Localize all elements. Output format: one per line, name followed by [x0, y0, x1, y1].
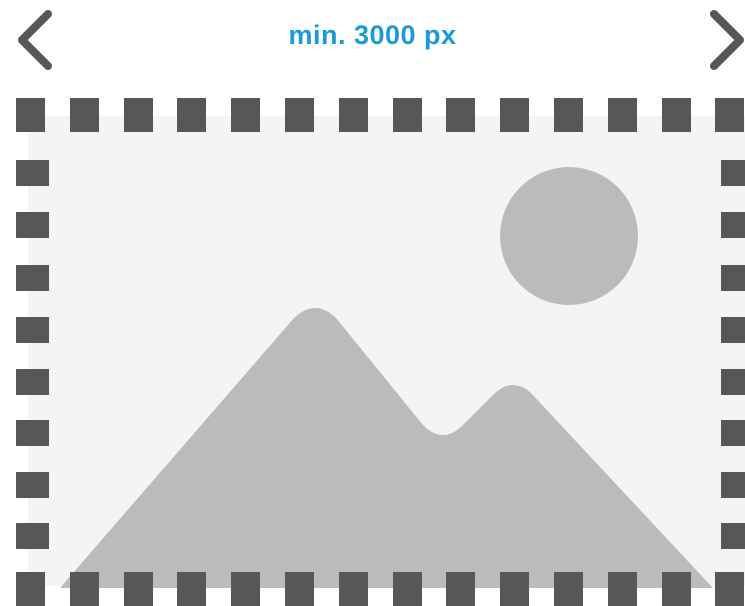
frame-dash	[721, 265, 745, 291]
frame-dash	[339, 98, 368, 132]
frame-dash	[285, 98, 314, 132]
frame-dash	[446, 98, 475, 132]
frame-dash	[662, 98, 691, 132]
frame-dash	[124, 572, 153, 606]
frame-dash	[16, 265, 49, 291]
frame-dash	[16, 98, 45, 132]
frame-dash	[16, 420, 49, 446]
frame-dash	[231, 572, 260, 606]
frame-dash	[16, 369, 49, 395]
frame-dash	[16, 212, 49, 238]
frame-dash	[715, 572, 744, 606]
frame-dash	[554, 572, 583, 606]
frame-dash	[231, 98, 260, 132]
frame-dash	[721, 369, 745, 395]
frame-dash	[70, 98, 99, 132]
sun-icon	[500, 167, 638, 305]
frame-dash	[721, 523, 745, 549]
frame-dash	[662, 572, 691, 606]
frame-dash	[446, 572, 475, 606]
frame-dash	[608, 98, 637, 132]
frame-dash	[721, 317, 745, 343]
frame-dash	[500, 572, 529, 606]
frame-dash	[715, 98, 744, 132]
frame-dash	[285, 572, 314, 606]
frame-dash	[16, 523, 49, 549]
frame-dash	[721, 160, 745, 186]
image-placeholder-icon	[16, 98, 745, 606]
frame-dash	[721, 420, 745, 446]
frame-dash	[554, 98, 583, 132]
frame-dash	[393, 98, 422, 132]
frame-dash	[70, 572, 99, 606]
frame-dash	[16, 472, 49, 498]
frame-dash	[721, 212, 745, 238]
frame-dash	[16, 160, 49, 186]
frame-dash	[500, 98, 529, 132]
frame-dash	[16, 317, 49, 343]
frame-dash	[177, 98, 206, 132]
frame-dash	[608, 572, 637, 606]
frame-dash	[124, 98, 153, 132]
frame-dash	[177, 572, 206, 606]
frame-dash	[16, 572, 45, 606]
frame-dash	[721, 472, 745, 498]
frame-dash	[393, 572, 422, 606]
frame-dash	[339, 572, 368, 606]
